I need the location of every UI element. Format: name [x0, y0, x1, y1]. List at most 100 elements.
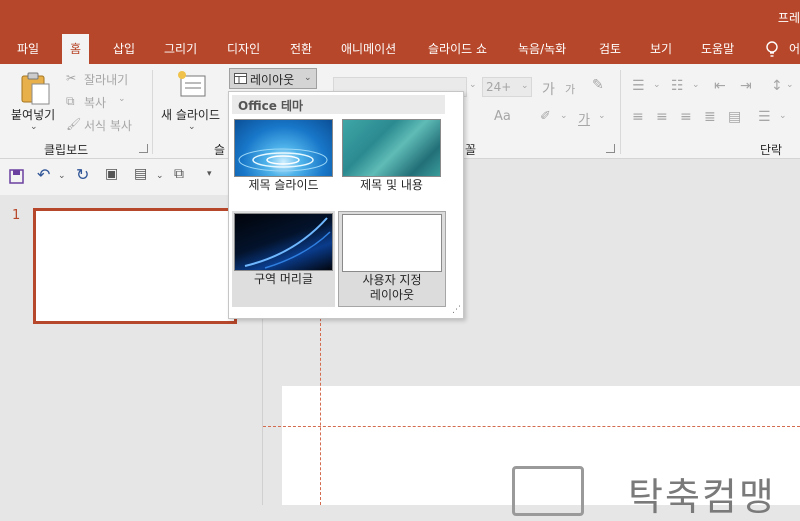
font-group-label: 꼴	[465, 143, 477, 157]
align-left-icon[interactable]: ≡	[632, 109, 644, 125]
clipboard-launcher-icon[interactable]	[139, 144, 148, 153]
new-slide-button[interactable]: 새 슬라이드	[161, 106, 220, 123]
font-launcher-icon[interactable]	[606, 144, 615, 153]
placeholder-picture-icon	[512, 466, 584, 516]
new-slide-icon[interactable]	[177, 70, 209, 100]
align-right-icon[interactable]: ≡	[680, 109, 692, 125]
tab-file[interactable]: 파일	[17, 34, 39, 64]
layout-item-section-header[interactable]: 구역 머리글	[232, 211, 335, 307]
justify-icon[interactable]: ≣	[704, 109, 716, 125]
window-title: 프레	[777, 11, 800, 25]
align-center-icon[interactable]: ≡	[656, 109, 668, 125]
line-spacing-dropdown-icon[interactable]: ⌄	[786, 80, 794, 90]
decrease-indent-icon[interactable]: ⇤	[714, 78, 726, 94]
resize-grip-icon[interactable]: ⋰	[452, 305, 461, 315]
layout-item-label: 레이아웃	[369, 288, 415, 302]
layout-item-custom[interactable]: 사용자 지정 레이아웃	[338, 211, 446, 307]
highlight-icon[interactable]: ✐	[540, 109, 551, 124]
clipboard-group-label: 클립보드	[44, 143, 89, 157]
cut-button[interactable]: 잘라내기	[84, 71, 128, 88]
water-drop-icon	[238, 148, 328, 172]
tab-animations[interactable]: 애니메이션	[341, 34, 396, 64]
tab-home[interactable]: 홈	[62, 34, 90, 64]
duplicate-slide-icon[interactable]: ⧉	[174, 166, 184, 182]
title-bar: 프레	[0, 0, 800, 34]
tab-draw[interactable]: 그리기	[164, 34, 197, 64]
change-case-button[interactable]: Aa	[494, 109, 511, 124]
tab-record[interactable]: 녹음/녹화	[518, 34, 566, 64]
grow-font-button[interactable]: 가	[542, 79, 555, 99]
tell-me-search[interactable]: 어	[789, 34, 800, 64]
tab-help[interactable]: 도움말	[701, 34, 734, 64]
layout-button[interactable]: 레이아웃 ⌄	[229, 68, 317, 89]
numbering-icon[interactable]: ☷	[671, 78, 684, 94]
font-size-dropdown-icon: ⌄	[521, 81, 529, 91]
tab-design[interactable]: 디자인	[227, 34, 260, 64]
tab-insert[interactable]: 삽입	[113, 34, 135, 64]
ribbon-tabs: 파일 홈 삽입 그리기 디자인 전환 애니메이션 슬라이드 쇼 녹음/녹화 검토…	[0, 34, 800, 64]
shrink-font-button[interactable]: 가	[565, 81, 575, 97]
cut-icon: ✂	[66, 71, 77, 85]
paste-button[interactable]: 붙여넣기	[11, 106, 55, 123]
theme-header-text: Office 테마	[238, 99, 304, 113]
horizontal-guide[interactable]	[263, 426, 800, 427]
copy-button[interactable]: 복사	[84, 94, 106, 111]
save-icon[interactable]	[9, 169, 24, 184]
layout-item-title-content[interactable]: 제목 및 내용	[340, 117, 443, 199]
layout-item-title-slide[interactable]: 제목 슬라이드	[232, 117, 335, 199]
format-painter-button[interactable]: 서식 복사	[84, 117, 132, 134]
redo-icon[interactable]: ↻	[76, 165, 89, 184]
layout-thumbnail	[342, 214, 442, 272]
title-placeholder[interactable]: 탁축컴맹	[628, 466, 776, 521]
highlight-dropdown-icon[interactable]: ⌄	[560, 111, 568, 121]
copy-dropdown-icon[interactable]: ⌄	[118, 94, 126, 104]
bullets-dropdown-icon[interactable]: ⌄	[653, 80, 661, 90]
font-name-dropdown-icon[interactable]: ⌄	[469, 80, 477, 90]
gallery-section-header: Office 테마	[232, 95, 445, 114]
lightbulb-icon[interactable]	[765, 41, 779, 59]
line-spacing-icon[interactable]: ↕	[771, 78, 783, 94]
paste-dropdown-icon[interactable]: ⌄	[30, 122, 38, 132]
increase-indent-icon[interactable]: ⇥	[740, 78, 752, 94]
layout-thumbnail	[234, 119, 333, 177]
group-separator	[620, 70, 621, 154]
tab-slideshow[interactable]: 슬라이드 쇼	[428, 34, 487, 64]
slideshow-start-icon[interactable]: ▣	[105, 166, 118, 182]
new-slide-qat-dropdown-icon[interactable]: ⌄	[156, 171, 164, 181]
light-streak-icon	[244, 217, 331, 269]
new-slide-qat-icon[interactable]: ▤	[134, 166, 147, 182]
slide-number: 1	[12, 208, 21, 223]
columns-icon[interactable]: ☰	[758, 109, 771, 125]
slide-thumbnail[interactable]	[33, 208, 237, 324]
tab-view[interactable]: 보기	[650, 34, 672, 64]
layout-item-label: 제목 및 내용	[360, 178, 423, 192]
layout-thumbnail	[234, 213, 333, 271]
layout-item-label: 사용자 지정	[362, 273, 422, 287]
numbering-dropdown-icon[interactable]: ⌄	[692, 80, 700, 90]
layout-icon	[234, 73, 247, 84]
layout-item-label: 구역 머리글	[253, 272, 313, 286]
tab-transitions[interactable]: 전환	[290, 34, 312, 64]
paste-icon[interactable]	[20, 72, 52, 106]
undo-icon[interactable]: ↶	[37, 165, 50, 184]
paragraph-group-label: 단락	[760, 143, 783, 157]
columns-dropdown-icon[interactable]: ⌄	[779, 111, 787, 121]
tab-review[interactable]: 검토	[599, 34, 621, 64]
font-size-combo[interactable]: 24+ ⌄	[482, 77, 532, 97]
slides-group-label: 슬	[214, 143, 226, 157]
layout-dropdown-icon: ⌄	[304, 73, 312, 83]
group-separator	[152, 70, 153, 154]
layout-button-label: 레이아웃	[250, 73, 295, 87]
quick-access-toolbar: ↶ ⌄ ↻ ▣ ▤ ⌄ ⧉ ▾	[0, 159, 262, 195]
undo-dropdown-icon[interactable]: ⌄	[58, 171, 66, 181]
clear-formatting-icon[interactable]: ✎	[592, 77, 604, 93]
font-color-dropdown-icon[interactable]: ⌄	[598, 111, 606, 121]
font-color-button[interactable]: 가	[578, 109, 590, 128]
layout-item-label: 제목 슬라이드	[248, 178, 319, 192]
format-painter-icon: 🖌	[66, 117, 82, 131]
bullets-icon[interactable]: ☰	[632, 78, 645, 94]
distributed-icon[interactable]: ▤	[728, 109, 741, 125]
new-slide-dropdown-icon[interactable]: ⌄	[188, 122, 196, 132]
customize-qat-icon[interactable]: ▾	[207, 169, 212, 179]
copy-icon: ⧉	[66, 94, 75, 108]
